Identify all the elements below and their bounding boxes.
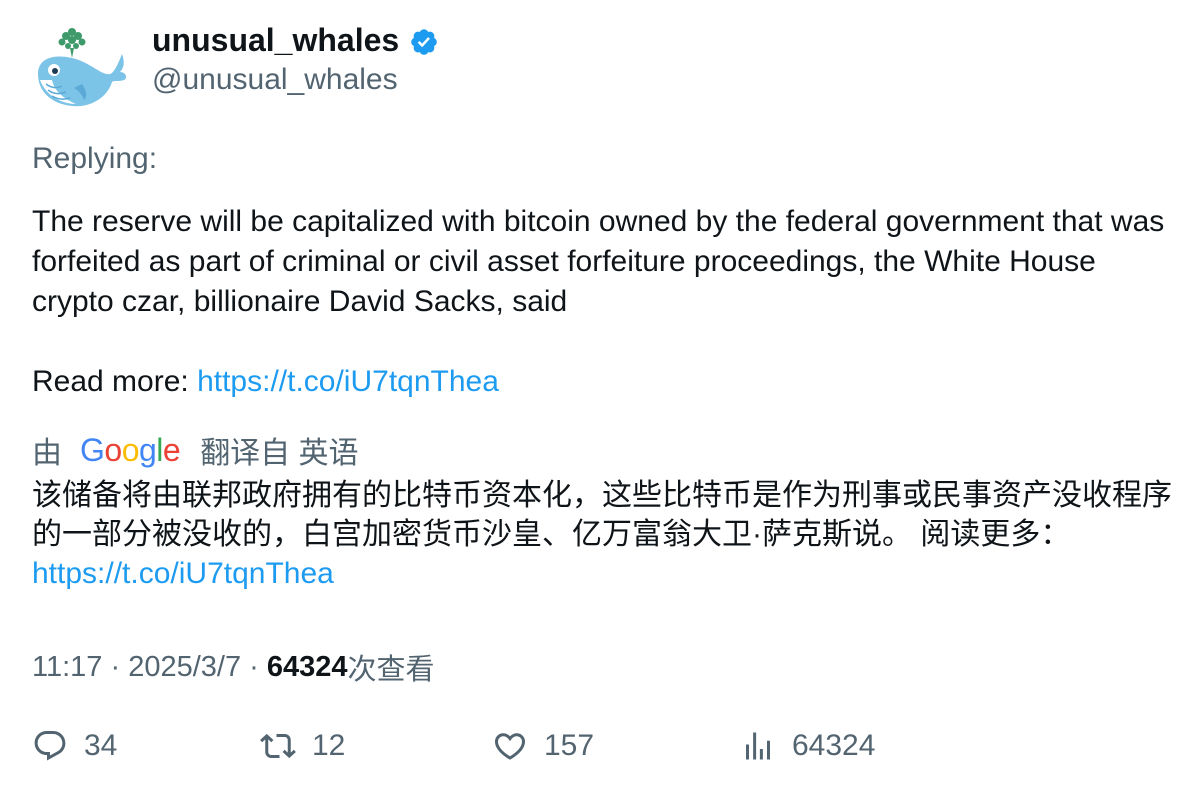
like-count: 157 bbox=[544, 729, 595, 762]
heart-icon bbox=[494, 733, 526, 760]
translated-from-label: 翻译自 英语 bbox=[200, 437, 359, 470]
google-letter-e: e bbox=[162, 431, 181, 468]
reply-icon bbox=[34, 731, 66, 761]
google-letter-l: l bbox=[156, 431, 163, 468]
retweet-button[interactable]: 12 bbox=[260, 728, 345, 764]
read-more-label: Read more: bbox=[32, 365, 198, 398]
translated-by-google: 由 Google 翻译自 英语 bbox=[32, 428, 359, 472]
reply-count: 34 bbox=[84, 729, 118, 762]
author-handle[interactable]: @unusual_whales bbox=[152, 63, 398, 97]
tweet-text: The reserve will be capitalized with bit… bbox=[32, 202, 1172, 402]
analytics-icon bbox=[746, 732, 770, 760]
replying-label: Replying: bbox=[32, 142, 158, 175]
meta-separator: · bbox=[102, 650, 129, 683]
whale-avatar-icon bbox=[38, 28, 127, 107]
tweet-paragraph: The reserve will be capitalized with bit… bbox=[32, 205, 1165, 318]
translated-by-prefix: 由 bbox=[32, 437, 62, 470]
author-name-row[interactable]: unusual_whales bbox=[152, 22, 439, 59]
views-action-count: 64324 bbox=[792, 729, 876, 762]
views-label: 次查看 bbox=[347, 654, 435, 686]
google-letter-g2: g bbox=[138, 431, 157, 468]
views-button[interactable]: 64324 bbox=[740, 728, 875, 764]
meta-separator: · bbox=[241, 650, 267, 683]
tweet-date[interactable]: 2025/3/7 bbox=[128, 651, 241, 684]
reply-button[interactable]: 34 bbox=[32, 728, 117, 764]
action-bar: 34 12 157 64324 bbox=[32, 728, 1172, 778]
google-logo[interactable]: Google bbox=[80, 431, 181, 469]
translated-text: 该储备将由联邦政府拥有的比特币资本化，这些比特币是作为刑事或民事资产没收程序的一… bbox=[32, 476, 1172, 593]
google-letter-g: G bbox=[80, 431, 105, 468]
translated-body: 该储备将由联邦政府拥有的比特币资本化，这些比特币是作为刑事或民事资产没收程序的一… bbox=[32, 479, 1172, 551]
views-count: 64324 bbox=[266, 650, 348, 683]
author-name[interactable]: unusual_whales bbox=[152, 22, 399, 59]
retweet-count: 12 bbox=[312, 729, 346, 762]
tweet-time[interactable]: 11:17 bbox=[32, 651, 102, 684]
google-letter-o1: o bbox=[104, 431, 122, 468]
tweet-meta: 11:17 · 2025/3/7 · 64324 次查看 bbox=[32, 646, 435, 688]
tweet-read-more: Read more: https://t.co/iU7tqnThea bbox=[32, 362, 1172, 402]
tweet-link[interactable]: https://t.co/iU7tqnThea bbox=[197, 365, 499, 398]
verified-badge-icon bbox=[411, 28, 437, 55]
like-button[interactable]: 157 bbox=[492, 728, 594, 764]
translated-link[interactable]: https://t.co/iU7tqnThea bbox=[32, 557, 334, 590]
retweet-icon bbox=[260, 733, 296, 759]
google-letter-o2: o bbox=[121, 431, 140, 468]
avatar[interactable] bbox=[32, 24, 128, 114]
